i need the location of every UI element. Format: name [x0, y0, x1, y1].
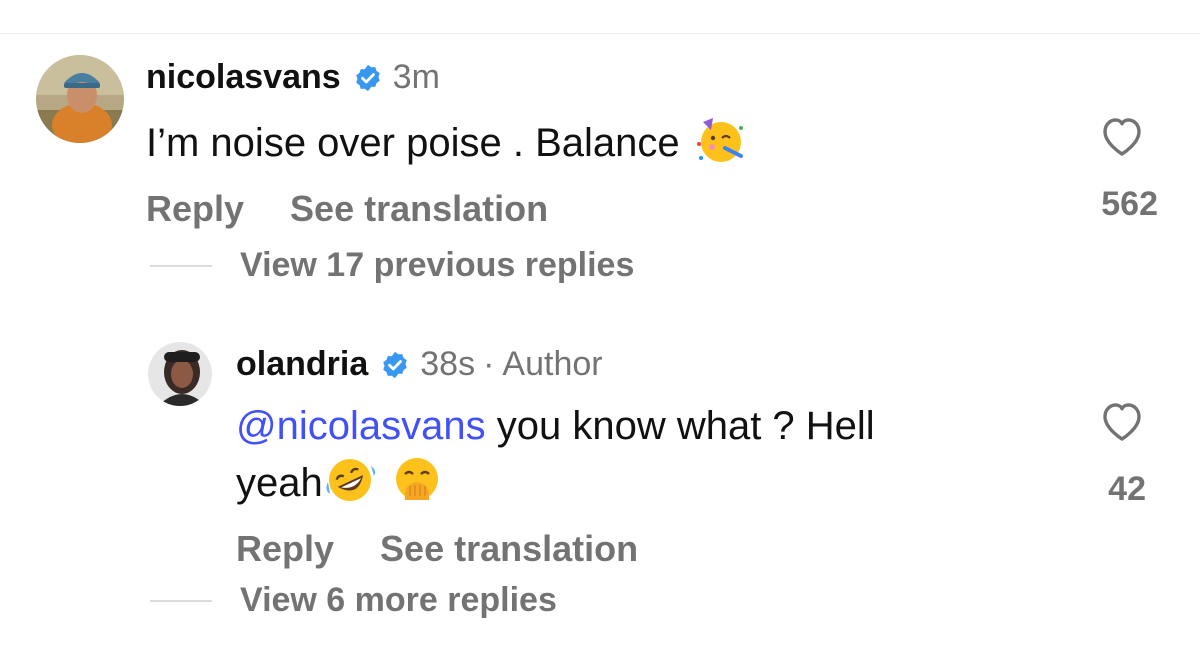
view-previous-replies-button[interactable]: View 17 previous replies	[240, 246, 634, 285]
heart-icon[interactable]	[1098, 113, 1146, 157]
verified-badge-icon	[380, 350, 410, 380]
see-translation-button[interactable]: See translation	[290, 188, 548, 230]
comment-time: 3m	[392, 58, 440, 96]
face-with-hand-over-mouth-emoji-icon	[391, 454, 443, 504]
avatar-nicolasvans[interactable]	[36, 55, 124, 143]
rolling-on-floor-laughing-emoji-icon	[323, 454, 377, 504]
comment-body: I’m noise over poise . Balance	[146, 121, 680, 165]
reply-button[interactable]: Reply	[146, 188, 244, 230]
comment-body-line-1: you know what ? Hell	[485, 404, 875, 448]
top-divider	[0, 33, 1200, 34]
like-count: 562	[1101, 185, 1158, 223]
meta-separator: ·	[483, 345, 495, 383]
partying-face-emoji-icon	[691, 114, 747, 164]
comment-time: 38s	[420, 345, 476, 383]
author-badge: Author	[502, 345, 603, 383]
username[interactable]: olandria	[236, 345, 368, 384]
replies-divider	[150, 264, 212, 267]
reply-button[interactable]: Reply	[236, 528, 334, 570]
comment-body-line-2: yeah	[236, 461, 323, 505]
comment-text: I’m noise over poise . Balance	[146, 114, 747, 165]
verified-badge-icon	[353, 63, 383, 93]
view-more-replies-button[interactable]: View 6 more replies	[240, 581, 557, 620]
heart-icon[interactable]	[1098, 398, 1146, 442]
see-translation-button[interactable]: See translation	[380, 528, 638, 570]
like-count: 42	[1108, 470, 1146, 508]
avatar-olandria[interactable]	[148, 342, 212, 406]
username[interactable]: nicolasvans	[146, 58, 341, 97]
comment-text: @nicolasvans you know what ? Hell yeah	[236, 404, 1036, 505]
replies-divider	[150, 599, 212, 602]
mention-link[interactable]: @nicolasvans	[236, 404, 486, 448]
